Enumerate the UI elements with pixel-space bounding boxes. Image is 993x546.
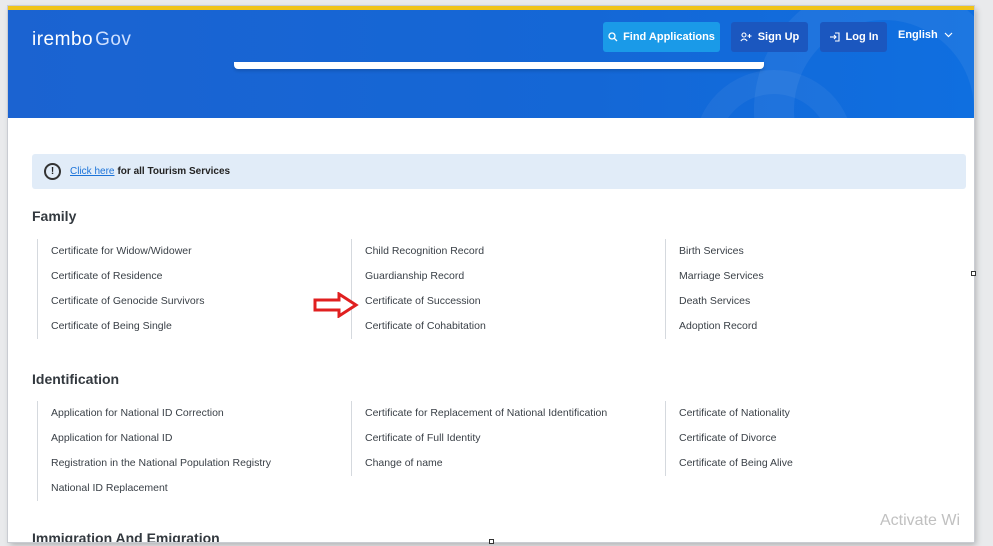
search-icon bbox=[608, 32, 618, 42]
red-arrow-annotation bbox=[313, 292, 359, 318]
chevron-down-icon bbox=[944, 32, 953, 38]
browser-page: irembo Gov Find Applications Sign Up Log … bbox=[8, 6, 974, 542]
service-link[interactable]: Birth Services bbox=[679, 239, 764, 264]
service-link[interactable]: Certificate for Replacement of National … bbox=[365, 401, 607, 426]
info-icon: ! bbox=[44, 163, 61, 180]
service-link[interactable]: Certificate of Nationality bbox=[679, 401, 793, 426]
family-column-3: Birth Services Marriage Services Death Ser… bbox=[665, 239, 764, 339]
service-link[interactable]: National ID Replacement bbox=[51, 476, 271, 501]
tourism-link[interactable]: Click here bbox=[70, 166, 114, 177]
service-link[interactable]: Registration in the National Population … bbox=[51, 451, 271, 476]
service-link[interactable]: Certificate of Divorce bbox=[679, 426, 793, 451]
family-column-2: Child Recognition Record Guardianship Rec… bbox=[351, 239, 486, 339]
resize-handle[interactable] bbox=[971, 271, 976, 276]
service-link[interactable]: Application for National ID Correction bbox=[51, 401, 271, 426]
irembo-logo[interactable]: irembo Gov bbox=[32, 29, 131, 51]
activate-windows-watermark: Activate Wi bbox=[880, 512, 961, 529]
tourism-notice: ! Click here for all Tourism Services bbox=[32, 154, 966, 189]
service-link[interactable]: Certificate of Genocide Survivors bbox=[51, 289, 204, 314]
service-link[interactable]: Certificate of Residence bbox=[51, 264, 204, 289]
sign-up-label: Sign Up bbox=[757, 31, 800, 43]
service-link[interactable]: Death Services bbox=[679, 289, 764, 314]
service-link[interactable]: Certificate of Full Identity bbox=[365, 426, 607, 451]
service-link[interactable]: Certificate of Being Single bbox=[51, 314, 204, 339]
identification-column-1: Application for National ID Correction Ap… bbox=[37, 401, 271, 501]
service-link[interactable]: Application for National ID bbox=[51, 426, 271, 451]
add-user-icon bbox=[740, 32, 752, 42]
service-link[interactable]: Adoption Record bbox=[679, 314, 764, 339]
service-link[interactable]: Marriage Services bbox=[679, 264, 764, 289]
resize-handle[interactable] bbox=[489, 539, 494, 544]
service-link[interactable]: Certificate of Succession bbox=[365, 289, 486, 314]
notice-text: for all Tourism Services bbox=[117, 166, 231, 177]
family-column-1: Certificate for Widow/Widower Certificate… bbox=[37, 239, 204, 339]
service-link[interactable]: Certificate for Widow/Widower bbox=[51, 239, 204, 264]
log-in-label: Log In bbox=[845, 31, 879, 43]
search-bar-edge[interactable] bbox=[234, 62, 764, 69]
section-title-immigration: Immigration And Emigration bbox=[32, 530, 220, 542]
service-link[interactable]: Guardianship Record bbox=[365, 264, 486, 289]
find-applications-label: Find Applications bbox=[623, 31, 715, 43]
language-selector[interactable]: English bbox=[898, 29, 953, 41]
logo-suffix: Gov bbox=[95, 29, 132, 50]
service-link[interactable]: Certificate of Cohabitation bbox=[365, 314, 486, 339]
service-link[interactable]: Change of name bbox=[365, 451, 607, 476]
sign-up-button[interactable]: Sign Up bbox=[731, 22, 808, 52]
identification-column-2: Certificate for Replacement of National … bbox=[351, 401, 607, 476]
language-label: English bbox=[898, 29, 938, 41]
navbar: irembo Gov Find Applications Sign Up Log … bbox=[8, 10, 974, 62]
logo-main: irembo bbox=[32, 29, 94, 50]
section-title-family: Family bbox=[32, 208, 77, 224]
login-icon bbox=[829, 32, 840, 42]
section-title-identification: Identification bbox=[32, 371, 120, 387]
service-link[interactable]: Child Recognition Record bbox=[365, 239, 486, 264]
identification-column-3: Certificate of Nationality Certificate of… bbox=[665, 401, 793, 476]
log-in-button[interactable]: Log In bbox=[820, 22, 887, 52]
service-link[interactable]: Certificate of Being Alive bbox=[679, 451, 793, 476]
find-applications-button[interactable]: Find Applications bbox=[603, 22, 720, 52]
